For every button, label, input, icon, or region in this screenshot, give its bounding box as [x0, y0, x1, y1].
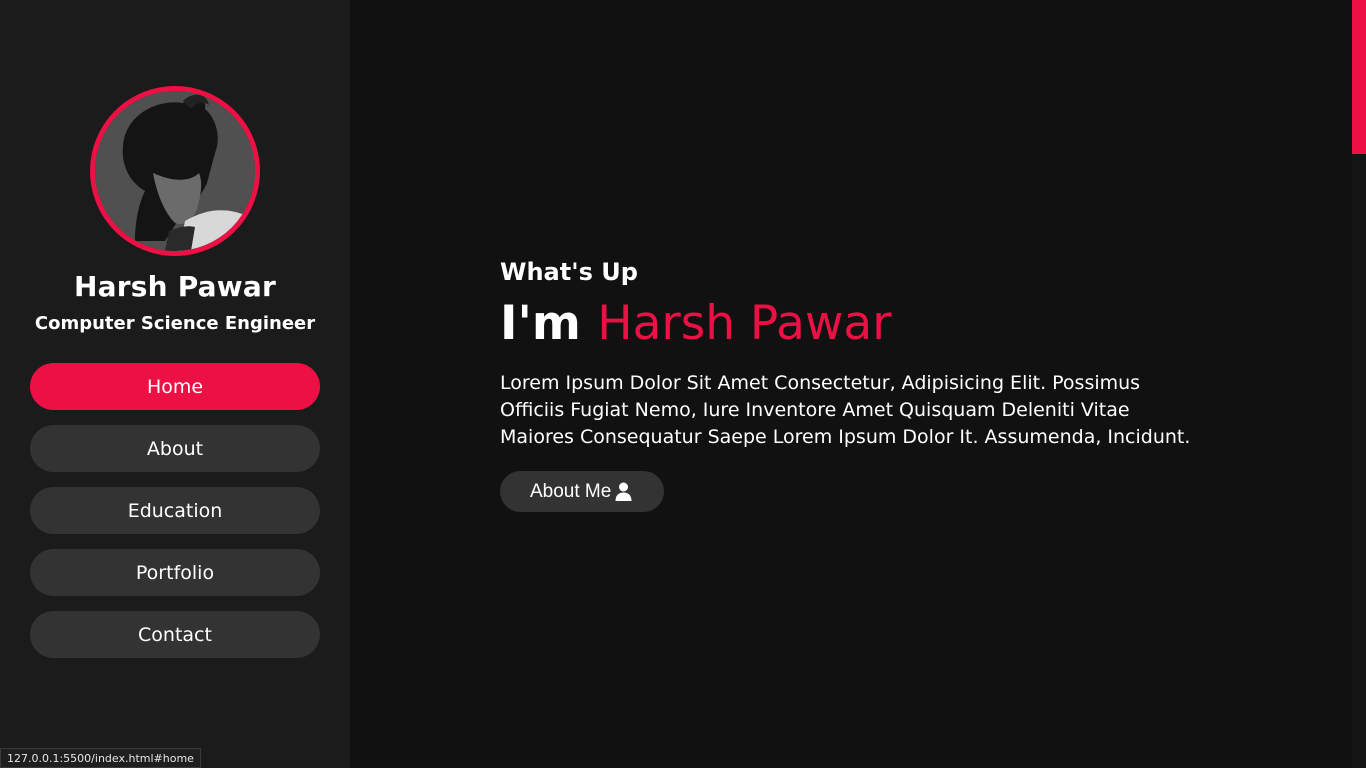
nav-item-about[interactable]: About [30, 425, 320, 472]
nav-item-education[interactable]: Education [30, 487, 320, 534]
headline-prefix: I'm [500, 296, 581, 351]
avatar [90, 86, 260, 256]
headline-name: Harsh Pawar [597, 296, 892, 351]
profile-name: Harsh Pawar [74, 270, 276, 303]
status-bar-url: 127.0.0.1:5500/index.html#home [0, 748, 201, 768]
nav-item-home[interactable]: Home [30, 363, 320, 410]
page: Harsh Pawar Computer Science Engineer Ho… [0, 0, 1366, 768]
about-me-label: About Me [530, 480, 612, 502]
profile-photo [95, 91, 255, 251]
about-me-button[interactable]: About Me [500, 471, 665, 512]
nav-item-contact[interactable]: Contact [30, 611, 320, 658]
page-scrollbar[interactable] [1352, 0, 1366, 768]
main-content: What's Up I'm Harsh Pawar Lorem Ipsum Do… [350, 0, 1352, 768]
nav-item-portfolio[interactable]: Portfolio [30, 549, 320, 596]
scrollbar-thumb[interactable] [1352, 0, 1366, 154]
hero-description: Lorem Ipsum Dolor Sit Amet Consectetur, … [500, 372, 1191, 448]
user-icon [615, 482, 632, 501]
profile-role: Computer Science Engineer [34, 313, 316, 334]
sidebar: Harsh Pawar Computer Science Engineer Ho… [0, 0, 350, 768]
hero-headline: I'm Harsh Pawar [500, 296, 892, 351]
sidebar-nav: Home About Education Portfolio Contact [30, 363, 320, 673]
hero-eyebrow: What's Up [500, 258, 638, 286]
